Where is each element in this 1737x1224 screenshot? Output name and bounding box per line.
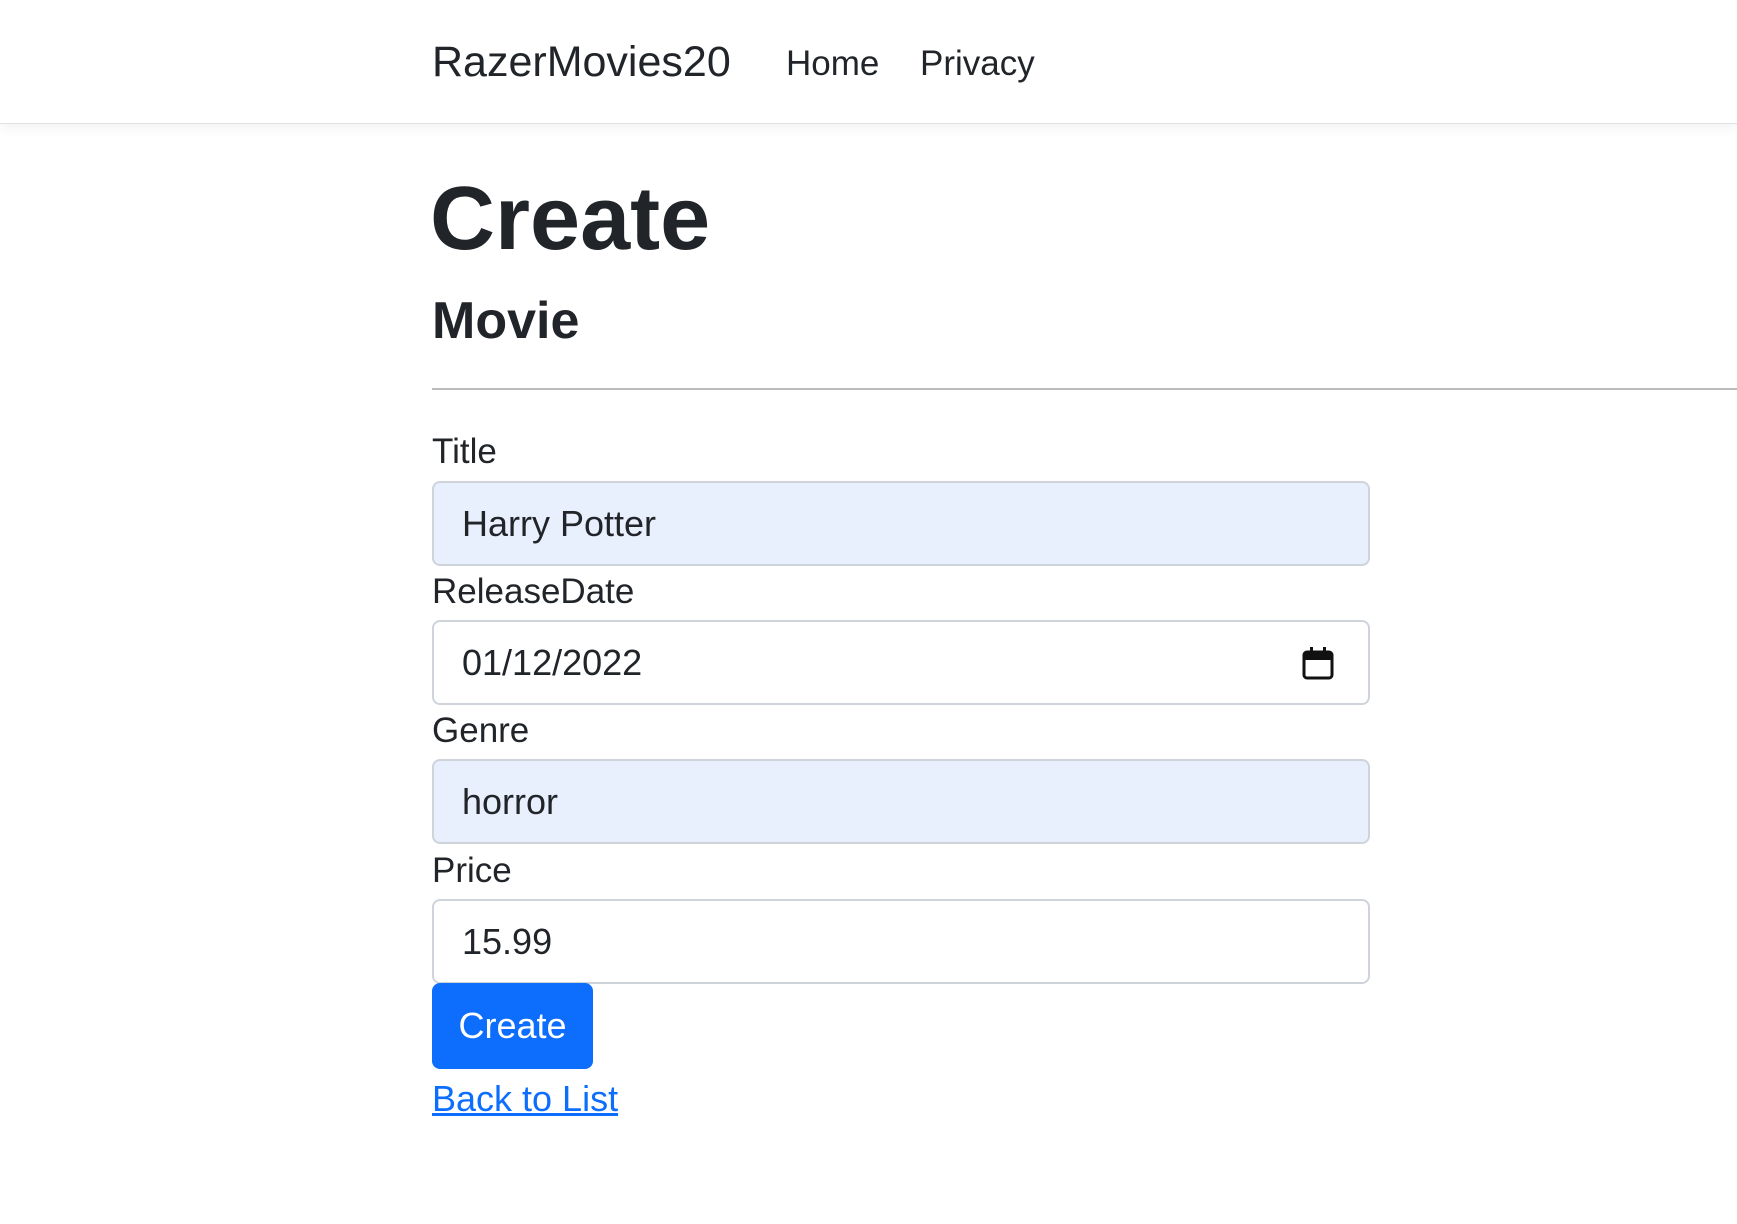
create-button[interactable]: Create [432, 983, 593, 1069]
title-input[interactable]: Harry Potter [432, 481, 1370, 566]
top-navbar: RazerMovies20 Home Privacy [0, 0, 1737, 124]
price-input[interactable]: 15.99 [432, 899, 1370, 984]
price-label: Price [432, 851, 512, 890]
genre-label: Genre [432, 711, 530, 750]
genre-input[interactable]: horror [432, 759, 1370, 844]
back-to-list-link[interactable]: Back to List [432, 1078, 618, 1120]
nav-link-privacy[interactable]: Privacy [920, 44, 1035, 84]
nav-link-home[interactable]: Home [786, 44, 879, 84]
price-input-value: 15.99 [462, 920, 553, 962]
divider [432, 388, 1737, 390]
release-date-value: 01/12/2022 [462, 641, 643, 683]
calendar-icon[interactable] [1302, 646, 1334, 680]
release-date-label: ReleaseDate [432, 572, 635, 611]
genre-input-value: horror [462, 780, 559, 822]
title-label: Title [432, 432, 497, 471]
title-input-value: Harry Potter [462, 502, 657, 544]
release-date-input[interactable]: 01/12/2022 [432, 620, 1370, 705]
page-title: Create [430, 169, 711, 269]
section-title: Movie [432, 292, 580, 350]
brand-link[interactable]: RazerMovies20 [432, 38, 731, 87]
